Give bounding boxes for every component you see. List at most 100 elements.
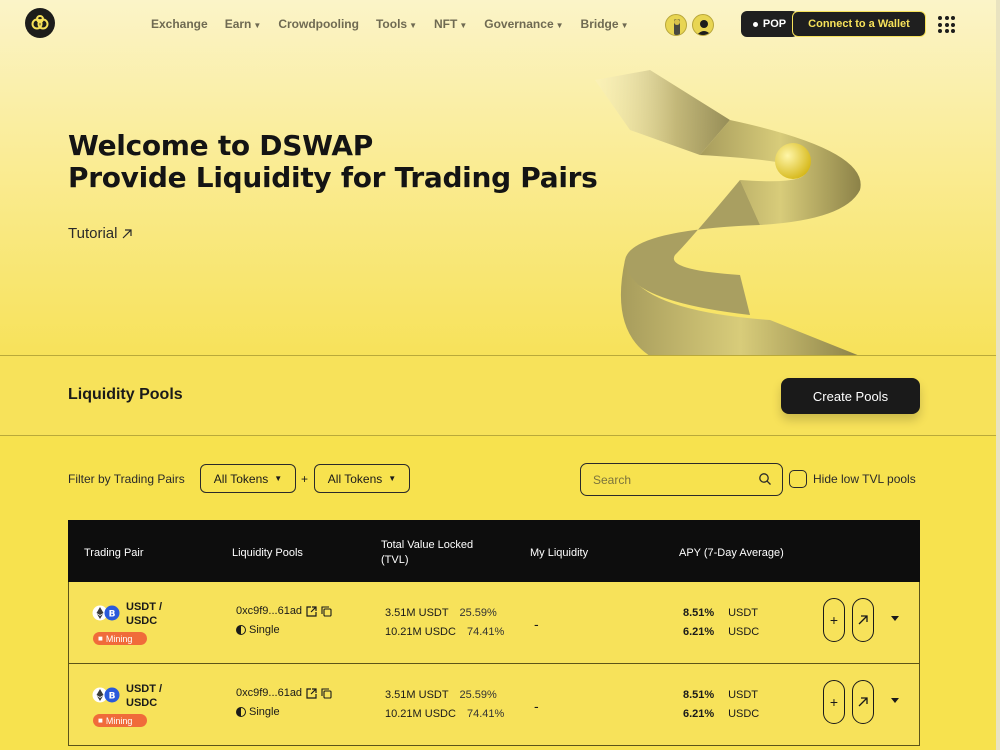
expand-row-icon[interactable] [891,698,899,703]
apy-line: 8.51% USDT [683,689,758,701]
tvl-percent: 25.59% [459,607,497,619]
token-a-select[interactable]: All Tokens ▼ [200,464,296,493]
pair-name: USDT / USDC [126,682,162,710]
expand-row-icon[interactable] [891,616,899,621]
apy-value: 6.21% [683,708,715,720]
tvl-token: USDT [418,689,449,701]
top-nav: Exchange Earn ▼ Crowdpooling Tools ▼ NFT ▼ … [0,0,1000,50]
external-link-icon[interactable] [306,687,317,699]
my-liquidity-value: - [534,616,539,632]
nav-governance[interactable]: Governance ▼ [484,17,563,31]
nav-exchange[interactable]: Exchange [151,17,208,31]
tvl-token: USDT [418,607,449,619]
header-trading-pair: Trading Pair [84,547,144,559]
open-pool-button[interactable] [852,680,874,724]
tvl-line: 10.21M USDC 74.41% [385,708,504,720]
pair-name: USDT / USDC [126,600,162,628]
pop-token-button[interactable]: POP [741,11,798,37]
hero-title: Welcome to DSWAP Provide Liquidity for T… [68,130,598,194]
pool-type: Single [236,706,280,718]
mining-badge: ■ Mining [93,714,147,727]
create-pools-button[interactable]: Create Pools [781,378,920,414]
chevron-down-icon: ▼ [409,21,417,30]
page-scrollbar[interactable] [996,0,1000,750]
user-avatar-icon[interactable] [692,14,714,36]
table-row[interactable]: B USDT / USDC ■ Mining 0xc9f9...61ad Sin… [68,664,920,746]
nav-bridge[interactable]: Bridge ▼ [581,17,629,31]
copy-icon[interactable] [321,687,332,699]
pool-address-text: 0xc9f9...61ad [236,687,303,699]
header-liquidity-pools: Liquidity Pools [232,547,303,559]
hero-title-line1: Welcome to DSWAP [68,129,374,162]
connect-wallet-button[interactable]: Connect to a Wallet [792,11,926,37]
tvl-line: 10.21M USDC 74.41% [385,626,504,638]
spiral-illustration [595,70,861,355]
dswap-logo[interactable] [25,8,55,38]
svg-text:B: B [109,692,116,702]
pair-name-line2: USDC [126,697,158,709]
pool-type-label: Single [249,706,280,718]
filter-label: Filter by Trading Pairs [68,472,185,486]
search-input[interactable]: Search [580,463,783,496]
external-link-icon[interactable] [306,605,317,617]
hide-low-tvl-checkbox[interactable] [789,470,807,488]
tvl-token: USDC [424,626,456,638]
open-pool-button[interactable] [852,598,874,642]
chevron-down-icon: ▼ [459,21,468,30]
nav-nft[interactable]: NFT ▼ [434,17,467,31]
header-tvl: Total Value Locked (TVL) [381,538,473,568]
search-icon[interactable] [758,472,772,486]
copy-icon[interactable] [321,605,332,617]
apy-line: 6.21% USDC [683,708,759,720]
tvl-percent: 74.41% [467,708,505,720]
apps-grid-icon[interactable] [938,16,955,33]
pool-address[interactable]: 0xc9f9...61ad [236,687,332,699]
tutorial-link[interactable]: Tutorial [68,225,133,242]
plus-icon: + [829,694,839,710]
add-liquidity-button[interactable]: + [823,598,845,642]
usdt-usdc-token-icon: B [92,605,120,621]
pools-table: Trading Pair Liquidity Pools Total Value… [68,520,920,746]
hero-section: Exchange Earn ▼ Crowdpooling Tools ▼ NFT ▼ … [0,0,1000,356]
my-liquidity-value: - [534,698,539,714]
apy-token: USDT [728,689,759,701]
apy-token: USDC [728,708,760,720]
section-title: Liquidity Pools [68,386,183,403]
token-b-select[interactable]: All Tokens ▼ [314,464,410,493]
nav-crowdpooling[interactable]: Crowdpooling [278,17,359,31]
mining-badge: ■ Mining [93,632,147,645]
plus-separator: + [301,472,309,486]
nav-tools[interactable]: Tools ▼ [376,17,417,31]
half-circle-icon [236,707,246,717]
nav-earn[interactable]: Earn ▼ [225,17,262,31]
chevron-down-icon: ▼ [620,21,629,30]
liquidity-pools-header: Liquidity Pools Create Pools [0,356,1000,436]
mining-badge-label: Mining [105,633,133,644]
apy-value: 8.51% [683,689,715,701]
filter-row: Filter by Trading Pairs All Tokens ▼ + A… [0,463,1000,496]
pool-type-label: Single [249,624,280,636]
arrow-up-right-icon [123,228,133,238]
pop-label: POP [762,18,787,30]
table-header: Trading Pair Liquidity Pools Total Value… [68,520,920,582]
token-a-label: All Tokens [213,471,269,486]
apy-line: 6.21% USDC [683,626,759,638]
usdt-usdc-token-icon: B [92,687,120,703]
pair-name-line1: USDT / [126,683,163,695]
header-tvl-line1: Total Value Locked [381,539,474,551]
arrow-up-right-icon [858,615,868,625]
header-my-liquidity: My Liquidity [530,547,589,559]
half-circle-icon [236,625,246,635]
mining-badge-label: Mining [105,715,133,726]
tvl-amount: 10.21M [385,626,422,638]
network-avatar-icon[interactable] [665,14,687,36]
pool-address[interactable]: 0xc9f9...61ad [236,605,332,617]
gift-icon: ■ [98,716,103,725]
tvl-line: 3.51M USDT 25.59% [385,607,497,619]
apy-token: USDC [728,626,760,638]
apy-line: 8.51% USDT [683,607,758,619]
chevron-down-icon: ▼ [555,21,564,30]
gift-icon: ■ [98,634,103,643]
add-liquidity-button[interactable]: + [823,680,845,724]
table-row[interactable]: B USDT / USDC ■ Mining 0xc9f9...61ad Sin… [68,582,920,664]
